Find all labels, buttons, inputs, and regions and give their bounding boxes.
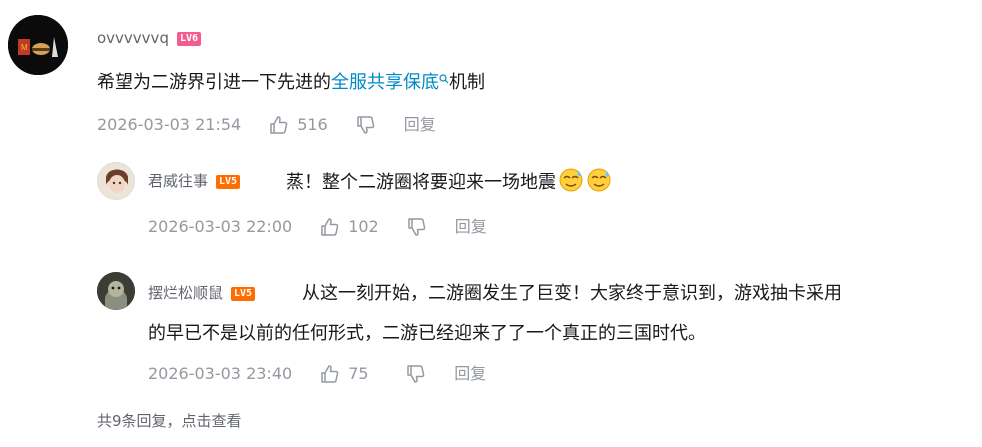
comment-meta: 2026-03-03 21:54 516 回复	[97, 115, 436, 135]
reply-meta: 2026-03-03 23:40 75 回复	[148, 364, 486, 384]
thumb-up-icon[interactable]	[320, 364, 340, 384]
reply-button[interactable]: 回复	[454, 364, 486, 384]
username-text[interactable]: 君威往事	[148, 172, 208, 190]
avatar[interactable]: M	[8, 15, 68, 75]
username-text[interactable]: ovvvvvvq	[97, 29, 169, 47]
level-badge: LV6	[176, 31, 202, 46]
reply-time: 2026-03-03 22:00	[148, 217, 293, 236]
thumb-up-icon[interactable]	[320, 217, 340, 237]
reply-meta: 2026-03-03 22:00 102 回复	[148, 217, 487, 237]
reply-content-line2: 的早已不是以前的任何形式，二游已经迎来了了一个真正的三国时代。	[148, 323, 706, 344]
avatar-image	[98, 163, 134, 199]
reply-content: 蒸！整个二游圈将要迎来一场地震	[286, 167, 612, 197]
sweat-emoji-icon	[586, 167, 612, 193]
avatar-image	[97, 272, 135, 310]
sweat-emoji-icon	[558, 167, 584, 193]
like-count: 75	[348, 364, 369, 383]
search-icon[interactable]	[439, 74, 449, 87]
reply-username[interactable]: 摆烂松顺鼠 LV5	[148, 283, 256, 303]
thumb-up-icon[interactable]	[269, 115, 289, 135]
reply-button[interactable]: 回复	[455, 217, 487, 237]
avatar-image: M	[8, 15, 68, 75]
view-more-replies[interactable]: 共9条回复，点击查看	[97, 411, 242, 431]
level-badge: LV5	[231, 286, 256, 301]
like-count: 516	[297, 115, 328, 134]
reply-time: 2026-03-03 23:40	[148, 364, 293, 383]
search-link[interactable]: 全服共享保底	[331, 72, 449, 93]
comment-text: 希望为二游界引进一下先进的	[97, 72, 331, 93]
comment-content: 希望为二游界引进一下先进的全服共享保底 机制	[97, 69, 485, 97]
avatar[interactable]	[97, 272, 135, 310]
search-link-text[interactable]: 全服共享保底	[331, 72, 439, 93]
username-text[interactable]: 摆烂松顺鼠	[148, 284, 223, 302]
level-badge: LV5	[216, 174, 241, 189]
avatar[interactable]	[97, 162, 135, 200]
reply-username[interactable]: 君威往事 LV5	[148, 171, 241, 191]
reply-text: 蒸！整个二游圈将要迎来一场地震	[286, 172, 556, 193]
thumb-down-icon[interactable]	[406, 364, 426, 384]
comment-username[interactable]: ovvvvvvq LV6	[97, 28, 202, 48]
reply-button[interactable]: 回复	[404, 115, 436, 135]
svg-text:M: M	[21, 43, 28, 52]
reply-content-line1: 从这一刻开始，二游圈发生了巨变！大家终于意识到，游戏抽卡采用	[302, 283, 842, 304]
thumb-down-icon[interactable]	[407, 217, 427, 237]
comment-time: 2026-03-03 21:54	[97, 115, 242, 134]
comment-text: 机制	[449, 72, 485, 93]
thumb-down-icon[interactable]	[356, 115, 376, 135]
like-count: 102	[348, 217, 379, 236]
